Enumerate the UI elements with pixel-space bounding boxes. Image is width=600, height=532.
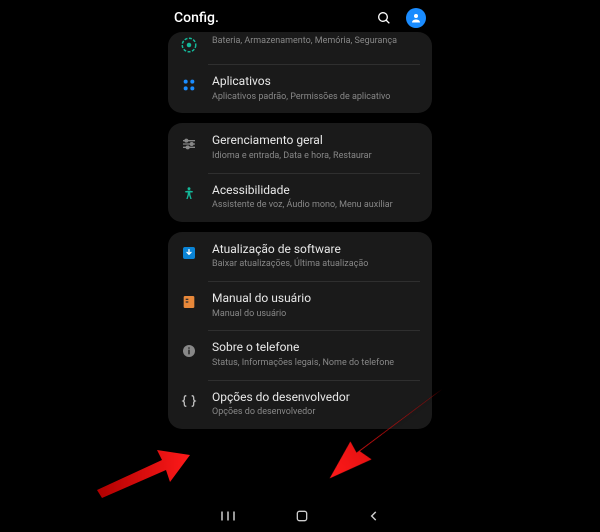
setting-text: Gerenciamento geral Idioma e entrada, Da… (212, 133, 420, 162)
recent-icon (219, 509, 237, 523)
setting-text: Sobre o telefone Status, Informações leg… (212, 340, 420, 369)
setting-title: Atualização de software (212, 242, 420, 258)
setting-subtitle: Manual do usuário (212, 309, 420, 321)
setting-text: Atualização de software Baixar atualizaç… (212, 242, 420, 271)
setting-title: Aplicativos (212, 74, 420, 90)
setting-apps[interactable]: Aplicativos Aplicativos padrão, Permissõ… (168, 64, 432, 113)
home-icon (294, 508, 310, 524)
setting-title: Gerenciamento geral (212, 133, 420, 149)
setting-text: Assistência do dispositivo Bateria, Arma… (212, 36, 420, 48)
setting-about-phone[interactable]: Sobre o telefone Status, Informações leg… (168, 330, 432, 379)
sliders-icon (180, 135, 198, 153)
setting-text: Aplicativos Aplicativos padrão, Permissõ… (212, 74, 420, 103)
setting-text: Acessibilidade Assistente de voz, Áudio … (212, 183, 420, 212)
setting-title: Manual do usuário (212, 291, 420, 307)
phone-screen: Config. Assistência do dispositivo Bater… (160, 0, 440, 532)
setting-subtitle: Assistente de voz, Áudio mono, Menu auxi… (212, 200, 420, 212)
setting-title: Opções do desenvolvedor (212, 390, 420, 406)
setting-subtitle: Opções do desenvolvedor (212, 407, 420, 419)
device-care-icon (180, 36, 198, 54)
person-icon (410, 12, 422, 24)
back-icon (367, 509, 381, 523)
header-actions (376, 8, 426, 28)
accessibility-icon (180, 185, 198, 203)
settings-section: Atualização de software Baixar atualizaç… (168, 232, 432, 429)
nav-recent[interactable] (219, 509, 237, 523)
setting-subtitle: Baixar atualizações, Última atualização (212, 259, 420, 271)
apps-icon (180, 76, 198, 94)
update-icon (180, 244, 198, 262)
settings-section: Gerenciamento geral Idioma e entrada, Da… (168, 123, 432, 222)
setting-general[interactable]: Gerenciamento geral Idioma e entrada, Da… (168, 123, 432, 172)
setting-title: Sobre o telefone (212, 340, 420, 356)
setting-software-update[interactable]: Atualização de software Baixar atualizaç… (168, 232, 432, 281)
braces-icon (180, 392, 198, 410)
settings-section: Assistência do dispositivo Bateria, Arma… (168, 32, 432, 113)
setting-subtitle: Bateria, Armazenamento, Memória, Seguran… (212, 36, 420, 48)
setting-subtitle: Idioma e entrada, Data e hora, Restaurar (212, 151, 420, 163)
setting-subtitle: Aplicativos padrão, Permissões de aplica… (212, 92, 420, 104)
profile-avatar[interactable] (406, 8, 426, 28)
page-title: Config. (174, 10, 376, 26)
info-icon (180, 342, 198, 360)
setting-text: Opções do desenvolvedor Opções do desenv… (212, 390, 420, 419)
setting-user-manual[interactable]: Manual do usuário Manual do usuário (168, 281, 432, 330)
settings-list: Assistência do dispositivo Bateria, Arma… (160, 32, 440, 429)
setting-device-care[interactable]: Assistência do dispositivo Bateria, Arma… (168, 32, 432, 64)
manual-icon (180, 293, 198, 311)
header: Config. (160, 0, 440, 36)
nav-back[interactable] (367, 509, 381, 523)
nav-home[interactable] (294, 508, 310, 524)
search-button[interactable] (376, 10, 392, 26)
setting-developer-options[interactable]: Opções do desenvolvedor Opções do desenv… (168, 380, 432, 429)
setting-subtitle: Status, Informações legais, Nome do tele… (212, 358, 420, 370)
setting-text: Manual do usuário Manual do usuário (212, 291, 420, 320)
navigation-bar (160, 500, 440, 532)
setting-accessibility[interactable]: Acessibilidade Assistente de voz, Áudio … (168, 173, 432, 222)
setting-title: Acessibilidade (212, 183, 420, 199)
search-icon (376, 10, 392, 26)
